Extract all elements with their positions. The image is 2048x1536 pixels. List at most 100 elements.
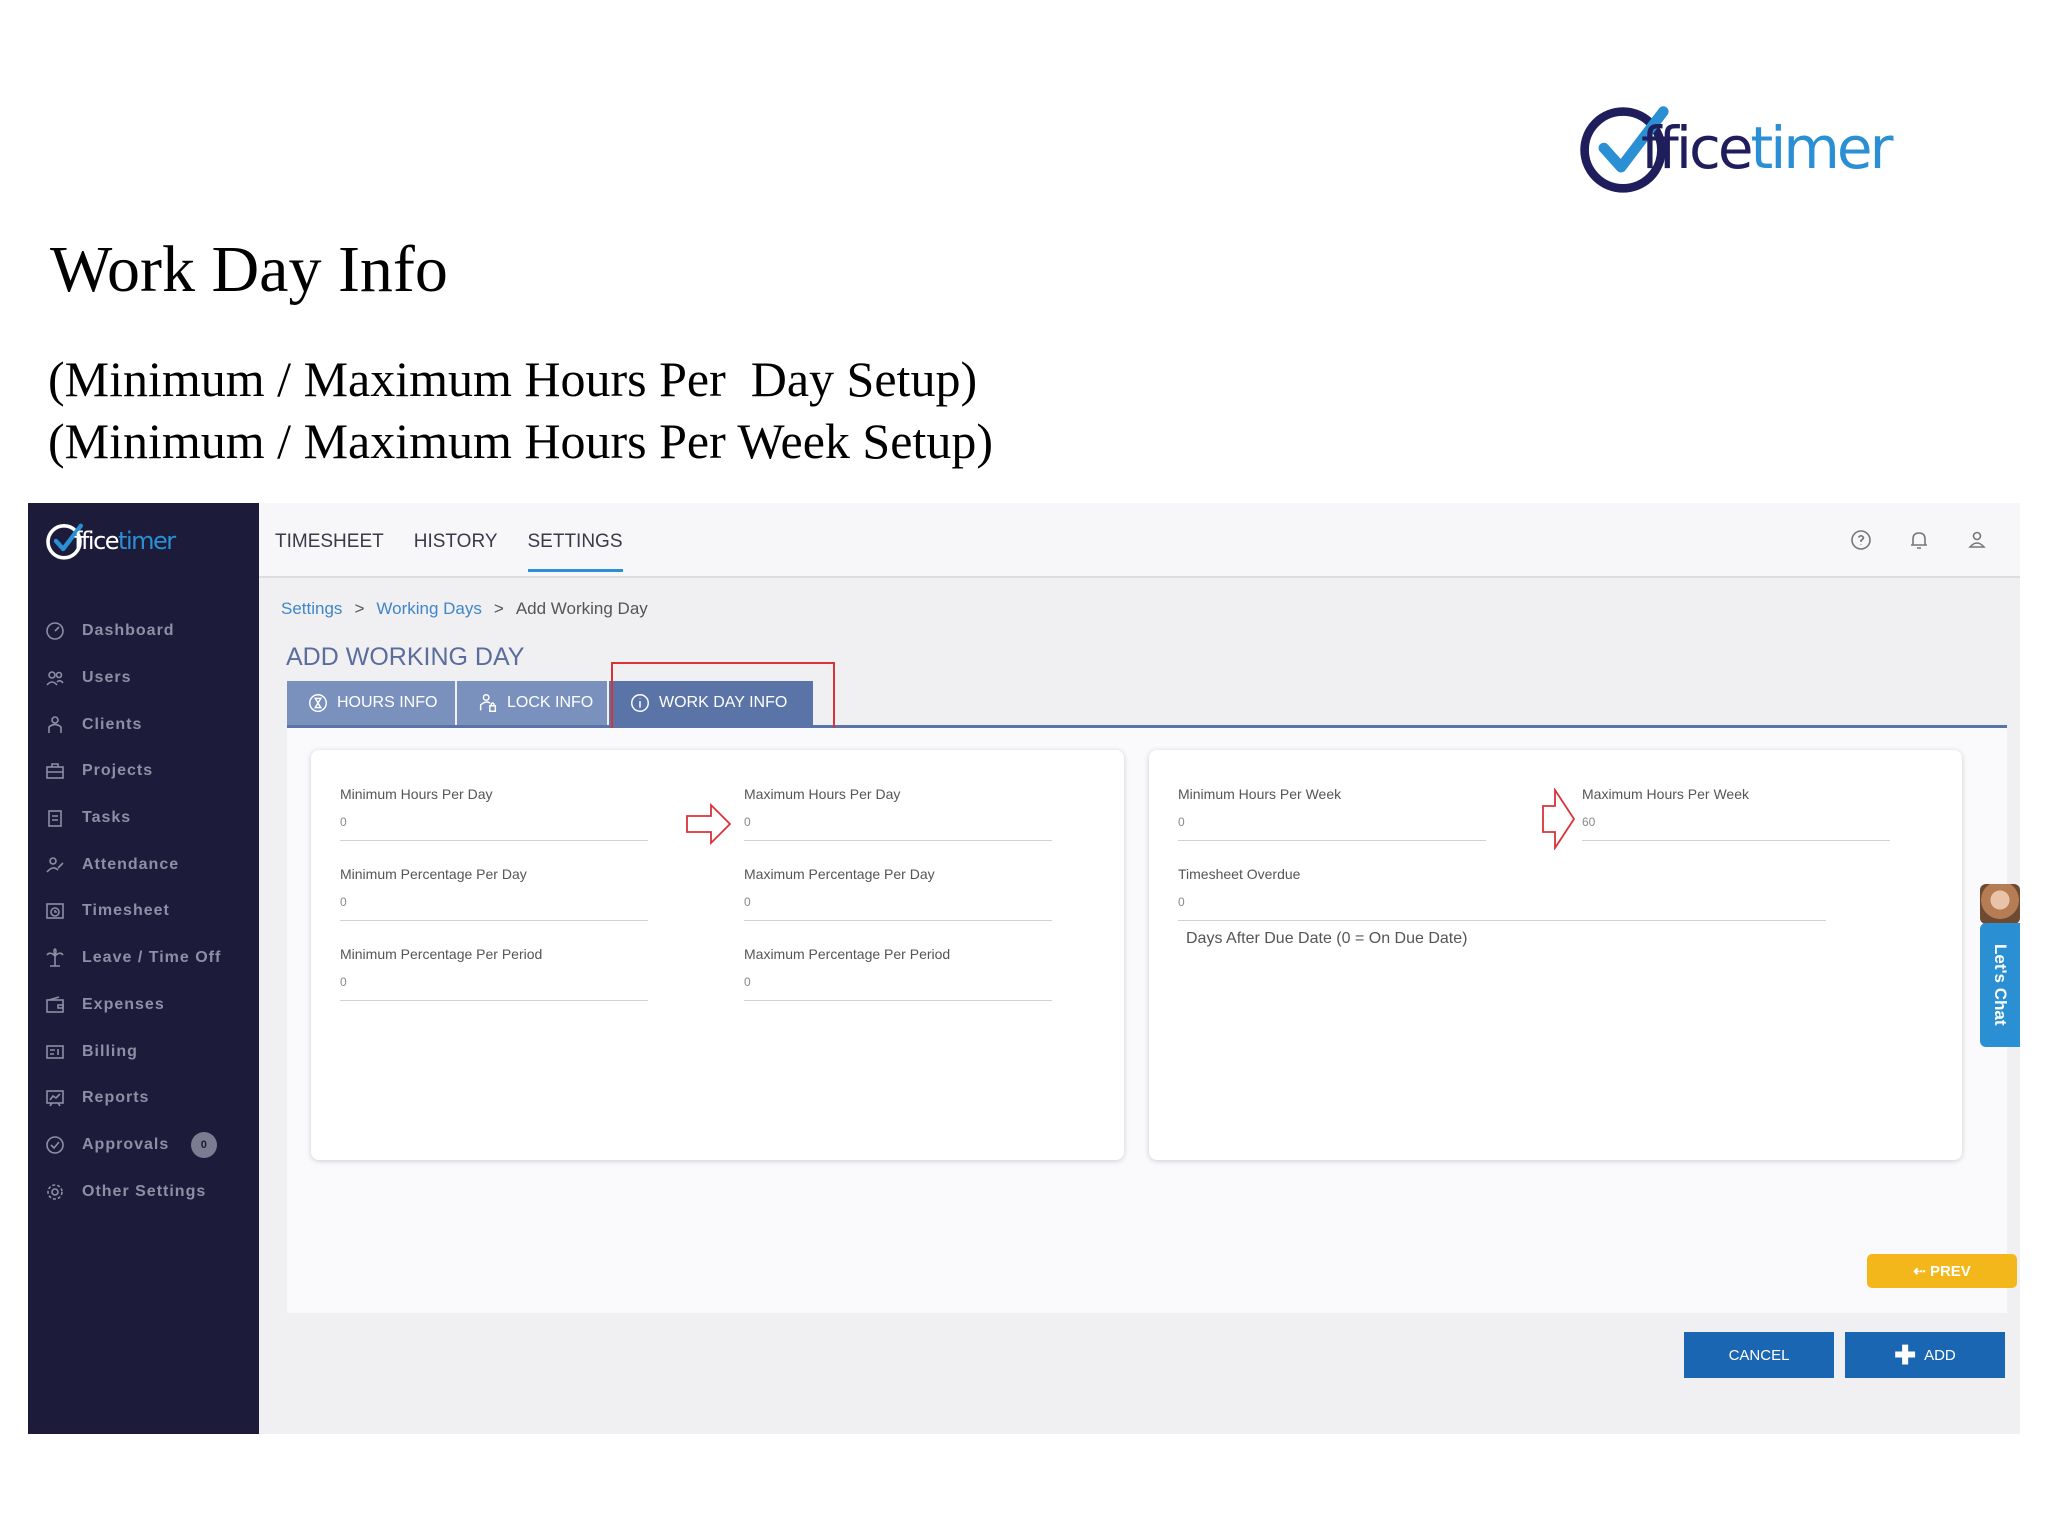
max-hours-per-day-input[interactable]: 0	[744, 815, 1052, 841]
max-percentage-per-day-input[interactable]: 0	[744, 895, 1052, 921]
tab-settings[interactable]: SETTINGS	[527, 531, 623, 572]
min-hours-per-day-input[interactable]: 0	[340, 815, 648, 841]
field-label: Minimum Hours Per Week	[1178, 786, 1342, 802]
min-percentage-per-period-field: Minimum Percentage Per Period 0	[340, 946, 648, 1001]
max-percentage-per-period-input[interactable]: 0	[744, 975, 1052, 1001]
sidebar-item-approvals[interactable]: Approvals 0	[28, 1122, 259, 1169]
sidebar-item-other-settings[interactable]: Other Settings	[28, 1168, 259, 1215]
sidebar-item-label: Dashboard	[82, 622, 175, 640]
sidebar-item-timesheet[interactable]: Timesheet	[28, 888, 259, 935]
sidebar-item-label: Billing	[82, 1042, 138, 1060]
field-label: Timesheet Overdue	[1178, 866, 1301, 882]
officetimer-logo: fficetimer	[1575, 98, 1915, 198]
min-percentage-per-period-input[interactable]: 0	[340, 975, 648, 1001]
add-button-label: ADD	[1924, 1346, 1956, 1364]
sidebar-item-label: Tasks	[82, 809, 132, 827]
top-icons	[1846, 525, 1992, 555]
breadcrumb-separator: >	[493, 599, 504, 618]
field-label: Minimum Percentage Per Period	[340, 946, 543, 962]
top-nav: TIMESHEET HISTORY SETTINGS	[275, 531, 623, 572]
sidebar-item-dashboard[interactable]: Dashboard	[28, 608, 259, 655]
tab-hours-info[interactable]: HOURS INFO	[287, 681, 455, 725]
sidebar-item-expenses[interactable]: Expenses	[28, 982, 259, 1029]
top-bar: TIMESHEET HISTORY SETTINGS	[259, 503, 2020, 578]
breadcrumb-working-days[interactable]: Working Days	[376, 599, 482, 619]
sidebar-item-reports[interactable]: Reports	[28, 1075, 259, 1122]
sidebar-item-label: Timesheet	[82, 902, 170, 920]
chat-avatar[interactable]	[1980, 884, 2020, 924]
field-label: Maximum Percentage Per Day	[744, 866, 935, 882]
hourglass-icon	[309, 694, 327, 712]
timesheet-overdue-field: Timesheet Overdue 0	[1178, 866, 1826, 921]
page-title: ADD WORKING DAY	[286, 643, 525, 671]
gauge-icon	[44, 620, 66, 642]
sidebar-item-label: Expenses	[82, 995, 165, 1013]
clipboard-icon	[44, 807, 66, 829]
tab-label: HOURS INFO	[337, 694, 438, 711]
tab-history[interactable]: HISTORY	[414, 531, 498, 572]
max-hours-per-week-field: Maximum Hours Per Week 60	[1582, 786, 1890, 841]
min-hours-per-week-field: Minimum Hours Per Week 0	[1178, 786, 1486, 841]
breadcrumb-settings[interactable]: Settings	[281, 599, 342, 619]
help-icon[interactable]	[1846, 525, 1876, 555]
max-hours-per-week-input[interactable]: 60	[1582, 815, 1890, 841]
lets-chat-tab[interactable]: Let's Chat	[1980, 923, 2020, 1047]
sidebar-item-users[interactable]: Users	[28, 655, 259, 702]
slide-subtitle-week: (Minimum / Maximum Hours Per Week Setup)	[48, 413, 993, 469]
users-icon	[44, 667, 66, 689]
sidebar-item-projects[interactable]: Projects	[28, 748, 259, 795]
check-circle-icon	[44, 1134, 66, 1156]
sidebar-item-attendance[interactable]: Attendance	[28, 841, 259, 888]
max-hours-per-day-field: Maximum Hours Per Day 0	[744, 786, 1052, 841]
field-label: Minimum Percentage Per Day	[340, 866, 527, 882]
sidebar-logo[interactable]: fficetimer	[44, 521, 176, 561]
timesheet-overdue-input[interactable]: 0	[1178, 895, 1826, 921]
min-percentage-per-day-input[interactable]: 0	[340, 895, 648, 921]
gear-icon	[44, 1181, 66, 1203]
slide: fficetimer Work Day Info (Minimum / Maxi…	[0, 0, 2048, 1536]
attendance-icon	[44, 854, 66, 876]
lock-person-icon	[479, 694, 497, 712]
plus-icon: ✚	[1894, 1339, 1917, 1370]
overdue-note: Days After Due Date (0 = On Due Date)	[1186, 930, 1468, 947]
logo-wordmark: fficetimer	[74, 527, 176, 555]
field-label: Minimum Hours Per Day	[340, 786, 493, 802]
sidebar-nav: Dashboard Users Clients Projects Tasks A…	[28, 608, 259, 1215]
max-percentage-per-period-field: Maximum Percentage Per Period 0	[744, 946, 1052, 1001]
add-button[interactable]: ✚ ADD	[1845, 1332, 2005, 1378]
breadcrumb-current: Add Working Day	[515, 599, 648, 618]
prev-button[interactable]: ⇠ PREV	[1867, 1254, 2017, 1288]
approvals-count-badge: 0	[191, 1131, 218, 1158]
tab-label: LOCK INFO	[507, 694, 594, 711]
user-icon[interactable]	[1962, 525, 1992, 555]
sidebar-item-tasks[interactable]: Tasks	[28, 795, 259, 842]
sidebar: fficetimer Dashboard Users Clients Proje…	[28, 503, 259, 1434]
tab-content: Minimum Hours Per Day 0 Maximum Hours Pe…	[287, 728, 2007, 1313]
sidebar-item-label: Projects	[82, 762, 154, 780]
chat-label: Let's Chat	[1991, 944, 2010, 1026]
logo-wordmark: fficetimer	[1641, 114, 1893, 182]
clients-icon	[44, 714, 66, 736]
cancel-button[interactable]: CANCEL	[1684, 1332, 1834, 1378]
form-tabs: HOURS INFO LOCK INFO WORK DAY INFO	[287, 681, 2007, 728]
breadcrumb-separator: >	[354, 599, 365, 618]
timesheet-icon	[44, 900, 66, 922]
sidebar-item-label: Clients	[82, 715, 143, 733]
field-label: Maximum Hours Per Day	[744, 786, 901, 802]
slide-subtitle-day: (Minimum / Maximum Hours Per Day Setup)	[48, 351, 978, 407]
week-settings-card: Minimum Hours Per Week 0 Maximum Hours P…	[1149, 750, 1962, 1160]
tab-lock-info[interactable]: LOCK INFO	[457, 681, 607, 725]
min-hours-per-week-input[interactable]: 0	[1178, 815, 1486, 841]
tab-timesheet[interactable]: TIMESHEET	[275, 531, 384, 572]
sidebar-item-billing[interactable]: Billing	[28, 1028, 259, 1075]
sidebar-item-label: Leave / Time Off	[82, 949, 222, 967]
sidebar-item-leave[interactable]: Leave / Time Off	[28, 935, 259, 982]
wallet-icon	[44, 994, 66, 1016]
reports-icon	[44, 1087, 66, 1109]
bell-icon[interactable]	[1904, 525, 1934, 555]
sidebar-item-label: Attendance	[82, 855, 180, 873]
sidebar-item-clients[interactable]: Clients	[28, 701, 259, 748]
breadcrumb: Settings > Working Days > Add Working Da…	[281, 599, 648, 619]
palm-tree-icon	[44, 947, 66, 969]
field-label: Maximum Hours Per Week	[1582, 786, 1750, 802]
